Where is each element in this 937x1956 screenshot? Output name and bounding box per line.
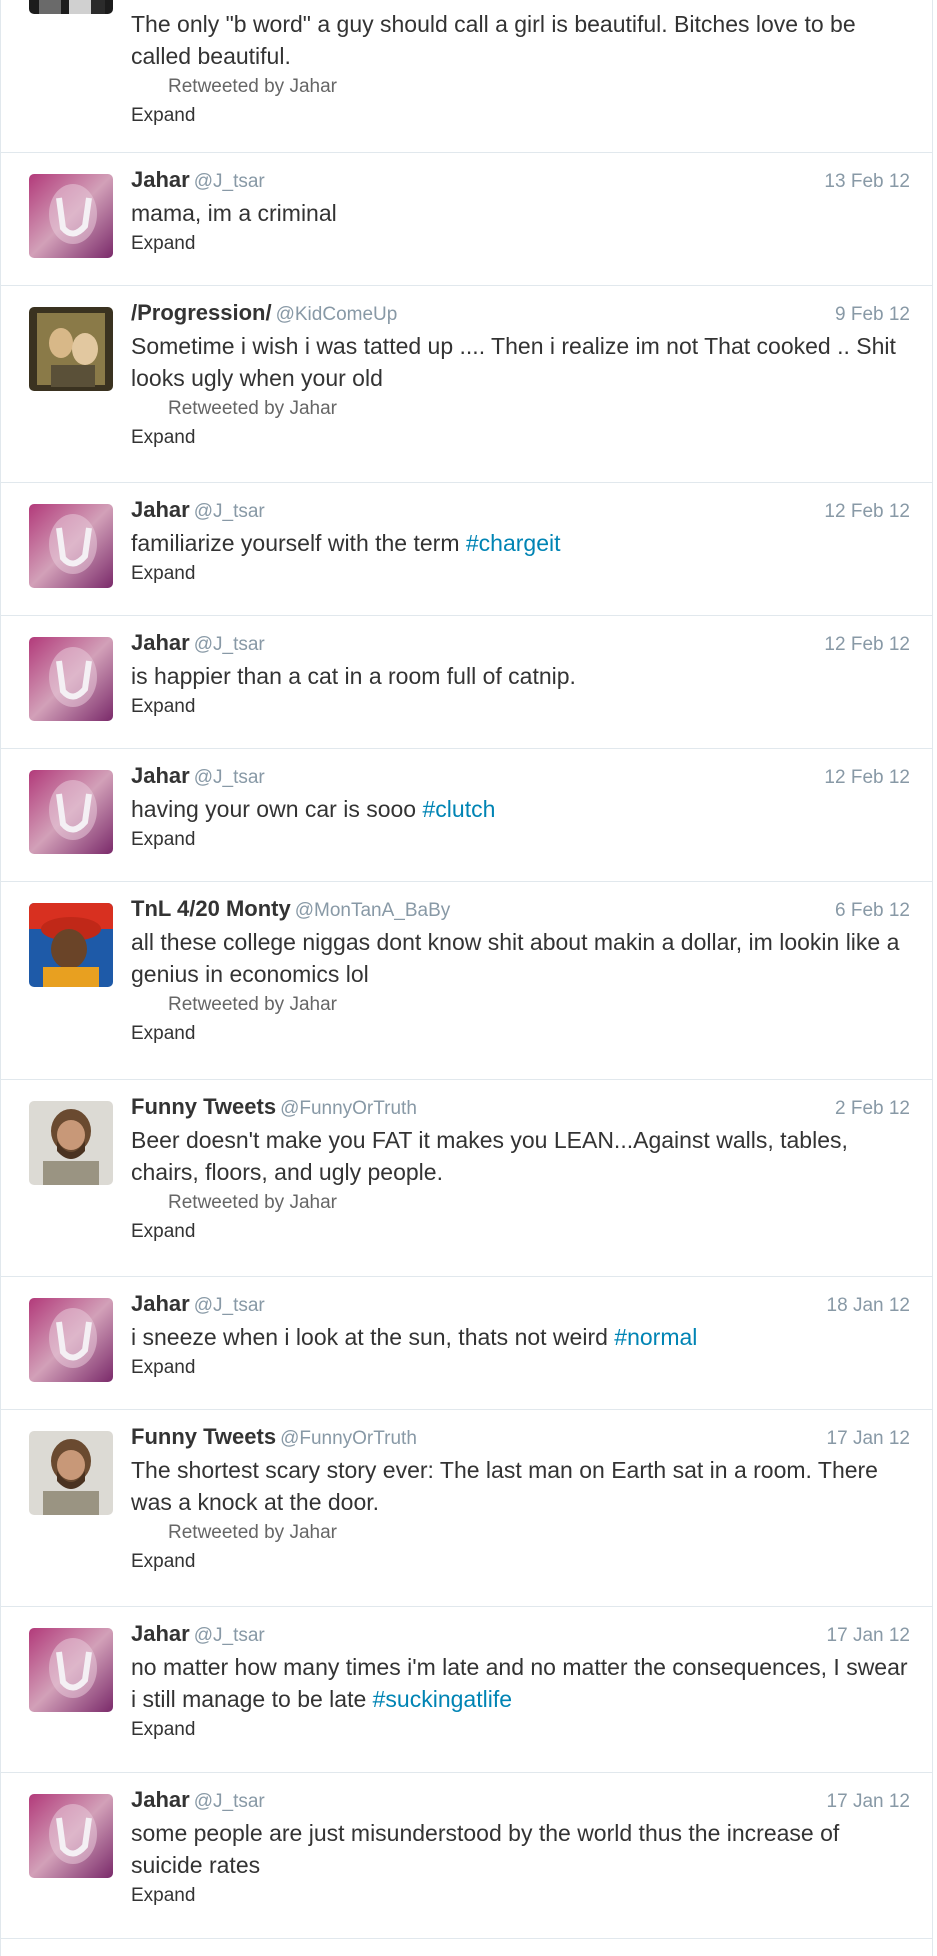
tweet-text: Beer doesn't make you FAT it makes you L…	[131, 1127, 848, 1185]
tweet-date[interactable]: 12 Feb 12	[824, 767, 910, 789]
author-handle[interactable]: @J_tsar	[194, 1625, 265, 1646]
tweet-item[interactable]: Jahar @J_tsar 12 Feb 12 having your own c…	[1, 749, 932, 882]
expand-link[interactable]: Expand	[131, 1353, 910, 1383]
tweet-date[interactable]: 2 Feb 12	[835, 1098, 910, 1120]
tweet-text: no matter how many times i'm late and no…	[131, 1651, 910, 1715]
expand-link[interactable]: Expand	[131, 1217, 910, 1247]
tweet-date[interactable]: 18 Jan 12	[827, 1295, 910, 1317]
author-handle[interactable]: @KidComeUp	[276, 304, 398, 325]
tweet-text-body: i sneeze when i look at the sun, thats n…	[131, 1324, 615, 1350]
avatar[interactable]	[29, 1794, 113, 1878]
retweeted-by[interactable]: Retweeted by Jahar	[168, 72, 910, 101]
avatar[interactable]	[29, 1628, 113, 1712]
tweet-text: familiarize yourself with the term #char…	[131, 527, 910, 559]
tweet-date[interactable]: 6 Feb 12	[835, 900, 910, 922]
tweet-text: having your own car is sooo #clutch	[131, 793, 910, 825]
retweeted-by[interactable]: Retweeted by Jahar	[168, 1188, 910, 1217]
avatar[interactable]	[29, 504, 113, 588]
tweet-text: all these college niggas dont know shit …	[131, 929, 900, 987]
tweet-date[interactable]: 17 Jan 12	[827, 1428, 910, 1450]
tweet-timeline: The only "b word" a guy should call a gi…	[0, 0, 933, 1956]
author-name[interactable]: TnL 4/20 Monty	[131, 896, 291, 921]
expand-link[interactable]: Expand	[131, 1019, 910, 1049]
retweeted-by[interactable]: Retweeted by Jahar	[168, 394, 910, 423]
tweet-text: is happier than a cat in a room full of …	[131, 663, 576, 689]
tweet-item[interactable]: Jahar @J_tsar 17 Jan 12 some people are j…	[1, 1773, 932, 1939]
tweet-text: mama, im a criminal	[131, 200, 337, 226]
tweet-item[interactable]: /Progression/@KidComeUp 9 Feb 12 Sometim…	[1, 286, 932, 483]
hashtag-link[interactable]: #clutch	[423, 796, 496, 822]
avatar[interactable]	[29, 637, 113, 721]
tweet-text: some people are just misunderstood by th…	[131, 1820, 840, 1878]
expand-link[interactable]: Expand	[131, 559, 910, 589]
tweet-text: The shortest scary story ever: The last …	[131, 1457, 878, 1515]
hashtag-link[interactable]: #suckingatlife	[373, 1686, 512, 1712]
retweeted-by[interactable]: Retweeted by Jahar	[168, 1518, 910, 1547]
tweet-date[interactable]: 12 Feb 12	[824, 634, 910, 656]
author-name[interactable]: Jahar	[131, 497, 190, 522]
author-handle[interactable]: @FunnyOrTruth	[280, 1098, 417, 1119]
author-name[interactable]: Jahar	[131, 167, 190, 192]
avatar[interactable]	[29, 903, 113, 987]
expand-link[interactable]: Expand	[131, 229, 910, 259]
avatar[interactable]	[29, 0, 113, 14]
avatar[interactable]	[29, 770, 113, 854]
tweet-item[interactable]: Jahar @J_tsar 18 Jan 12 i sneeze when i l…	[1, 1277, 932, 1410]
expand-link[interactable]: Expand	[131, 692, 910, 722]
avatar[interactable]	[29, 1101, 113, 1185]
author-handle[interactable]: @J_tsar	[194, 1295, 265, 1316]
author-name[interactable]: Jahar	[131, 1787, 190, 1812]
author-name[interactable]: Jahar	[131, 1621, 190, 1646]
tweet-date[interactable]: 12 Feb 12	[824, 501, 910, 523]
tweet-date[interactable]: 17 Jan 12	[827, 1791, 910, 1813]
tweet-item[interactable]: The only "b word" a guy should call a gi…	[1, 0, 932, 153]
expand-link[interactable]: Expand	[131, 825, 910, 855]
author-handle[interactable]: @FunnyOrTruth	[280, 1428, 417, 1449]
tweet-item[interactable]: TnL 4/20 Monty @MonTanA_BaBy 6 Feb 12 all…	[1, 882, 932, 1080]
tweet-item[interactable]: Jahar @J_tsar 12 Feb 12 is happier than a…	[1, 616, 932, 749]
tweet-text: The only "b word" a guy should call a gi…	[131, 11, 856, 69]
tweet-text: Sometime i wish i was tatted up .... The…	[131, 333, 896, 391]
retweeted-by[interactable]: Retweeted by Jahar	[168, 990, 910, 1019]
tweet-text: i sneeze when i look at the sun, thats n…	[131, 1321, 910, 1353]
avatar[interactable]	[29, 1298, 113, 1382]
tweet-date[interactable]: 17 Jan 12	[827, 1625, 910, 1647]
tweet-date[interactable]: 9 Feb 12	[835, 304, 910, 326]
expand-link[interactable]: Expand	[131, 423, 910, 453]
expand-link[interactable]: Expand	[131, 1715, 910, 1745]
tweet-text-body: no matter how many times i'm late and no…	[131, 1654, 908, 1712]
author-handle[interactable]: @J_tsar	[194, 634, 265, 655]
tweet-item[interactable]: Jahar @J_tsar 17 Jan 12 no matter how man…	[1, 1607, 932, 1773]
expand-link[interactable]: Expand	[131, 101, 910, 131]
tweet-date[interactable]: 13 Feb 12	[824, 171, 910, 193]
expand-link[interactable]: Expand	[131, 1881, 910, 1911]
author-name[interactable]: Funny Tweets	[131, 1424, 276, 1449]
author-handle[interactable]: @J_tsar	[194, 501, 265, 522]
tweet-item[interactable]: Funny Tweets @FunnyOrTruth 17 Jan 12 The …	[1, 1410, 932, 1607]
avatar[interactable]	[29, 1431, 113, 1515]
hashtag-link[interactable]: #normal	[614, 1324, 697, 1350]
tweet-item[interactable]: Jahar @J_tsar 13 Feb 12 mama, im a crimin…	[1, 153, 932, 286]
author-handle[interactable]: @J_tsar	[194, 171, 265, 192]
author-handle[interactable]: @J_tsar	[194, 767, 265, 788]
author-name[interactable]: /Progression/	[131, 300, 272, 325]
author-name[interactable]: Jahar	[131, 630, 190, 655]
author-name[interactable]: Jahar	[131, 1291, 190, 1316]
tweet-text-body: familiarize yourself with the term	[131, 530, 466, 556]
author-handle[interactable]: @MonTanA_BaBy	[295, 900, 451, 921]
author-name[interactable]: Funny Tweets	[131, 1094, 276, 1119]
avatar[interactable]	[29, 174, 113, 258]
expand-link[interactable]: Expand	[131, 1547, 910, 1577]
author-handle[interactable]: @J_tsar	[194, 1791, 265, 1812]
hashtag-link[interactable]: #chargeit	[466, 530, 561, 556]
tweet-item[interactable]: Jahar @J_tsar 12 Feb 12 familiarize yours…	[1, 483, 932, 616]
author-name[interactable]: Jahar	[131, 763, 190, 788]
tweet-item[interactable]: Funny Tweets @FunnyOrTruth 2 Feb 12 Beer …	[1, 1080, 932, 1277]
tweet-text-body: having your own car is sooo	[131, 796, 423, 822]
avatar[interactable]	[29, 307, 113, 391]
